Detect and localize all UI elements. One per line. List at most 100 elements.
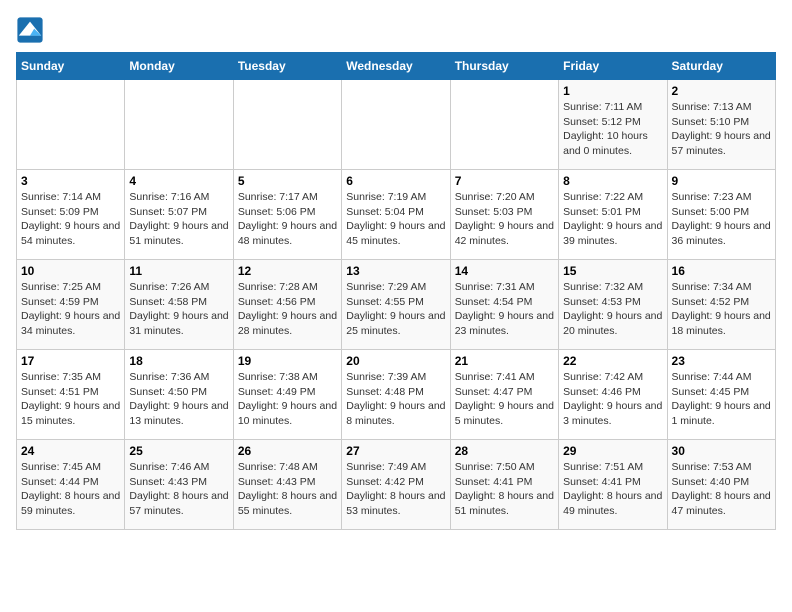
logo-icon: [16, 16, 44, 44]
day-number: 5: [238, 174, 337, 188]
day-number: 26: [238, 444, 337, 458]
calendar-cell-w1-d3: 6 Sunrise: 7:19 AMSunset: 5:04 PMDaylight…: [342, 170, 450, 260]
calendar-cell-w1-d1: 4 Sunrise: 7:16 AMSunset: 5:07 PMDaylight…: [125, 170, 233, 260]
weekday-header-saturday: Saturday: [667, 53, 775, 80]
calendar-cell-w0-d0: [17, 80, 125, 170]
day-number: 18: [129, 354, 228, 368]
day-info: Sunrise: 7:28 AMSunset: 4:56 PMDaylight:…: [238, 280, 337, 339]
calendar-cell-w2-d3: 13 Sunrise: 7:29 AMSunset: 4:55 PMDayligh…: [342, 260, 450, 350]
day-number: 12: [238, 264, 337, 278]
day-number: 29: [563, 444, 662, 458]
day-number: 14: [455, 264, 554, 278]
logo: [16, 16, 48, 44]
day-info: Sunrise: 7:16 AMSunset: 5:07 PMDaylight:…: [129, 190, 228, 249]
day-number: 17: [21, 354, 120, 368]
calendar-cell-w1-d4: 7 Sunrise: 7:20 AMSunset: 5:03 PMDaylight…: [450, 170, 558, 260]
day-number: 10: [21, 264, 120, 278]
calendar-cell-w2-d1: 11Sunrise: 7:26 AMSunset: 4:58 PMDayligh…: [125, 260, 233, 350]
day-number: 27: [346, 444, 445, 458]
day-info: Sunrise: 7:36 AMSunset: 4:50 PMDaylight:…: [129, 370, 228, 429]
calendar-cell-w1-d2: 5 Sunrise: 7:17 AMSunset: 5:06 PMDaylight…: [233, 170, 341, 260]
calendar-cell-w2-d5: 15 Sunrise: 7:32 AMSunset: 4:53 PMDayligh…: [559, 260, 667, 350]
calendar-cell-w1-d0: 3 Sunrise: 7:14 AMSunset: 5:09 PMDaylight…: [17, 170, 125, 260]
calendar-cell-w3-d1: 18 Sunrise: 7:36 AMSunset: 4:50 PMDayligh…: [125, 350, 233, 440]
day-number: 20: [346, 354, 445, 368]
calendar-cell-w4-d2: 26 Sunrise: 7:48 AMSunset: 4:43 PMDayligh…: [233, 440, 341, 530]
calendar-cell-w0-d5: 1Sunrise: 7:11 AMSunset: 5:12 PMDaylight…: [559, 80, 667, 170]
weekday-header-monday: Monday: [125, 53, 233, 80]
day-info: Sunrise: 7:53 AMSunset: 4:40 PMDaylight:…: [672, 460, 771, 519]
day-info: Sunrise: 7:48 AMSunset: 4:43 PMDaylight:…: [238, 460, 337, 519]
calendar-cell-w4-d4: 28 Sunrise: 7:50 AMSunset: 4:41 PMDayligh…: [450, 440, 558, 530]
calendar-cell-w4-d3: 27 Sunrise: 7:49 AMSunset: 4:42 PMDayligh…: [342, 440, 450, 530]
day-number: 9: [672, 174, 771, 188]
day-info: Sunrise: 7:14 AMSunset: 5:09 PMDaylight:…: [21, 190, 120, 249]
day-info: Sunrise: 7:20 AMSunset: 5:03 PMDaylight:…: [455, 190, 554, 249]
day-info: Sunrise: 7:44 AMSunset: 4:45 PMDaylight:…: [672, 370, 771, 429]
calendar-cell-w0-d2: [233, 80, 341, 170]
calendar: SundayMondayTuesdayWednesdayThursdayFrid…: [16, 52, 776, 530]
day-number: 4: [129, 174, 228, 188]
calendar-cell-w1-d6: 9 Sunrise: 7:23 AMSunset: 5:00 PMDaylight…: [667, 170, 775, 260]
calendar-cell-w0-d1: [125, 80, 233, 170]
calendar-cell-w0-d3: [342, 80, 450, 170]
calendar-cell-w1-d5: 8 Sunrise: 7:22 AMSunset: 5:01 PMDaylight…: [559, 170, 667, 260]
day-number: 1: [563, 84, 662, 98]
day-info: Sunrise: 7:29 AMSunset: 4:55 PMDaylight:…: [346, 280, 445, 339]
weekday-header-tuesday: Tuesday: [233, 53, 341, 80]
day-number: 6: [346, 174, 445, 188]
day-number: 24: [21, 444, 120, 458]
day-info: Sunrise: 7:32 AMSunset: 4:53 PMDaylight:…: [563, 280, 662, 339]
day-number: 30: [672, 444, 771, 458]
day-info: Sunrise: 7:31 AMSunset: 4:54 PMDaylight:…: [455, 280, 554, 339]
calendar-cell-w4-d1: 25 Sunrise: 7:46 AMSunset: 4:43 PMDayligh…: [125, 440, 233, 530]
day-number: 2: [672, 84, 771, 98]
calendar-cell-w4-d0: 24 Sunrise: 7:45 AMSunset: 4:44 PMDayligh…: [17, 440, 125, 530]
calendar-cell-w2-d6: 16 Sunrise: 7:34 AMSunset: 4:52 PMDayligh…: [667, 260, 775, 350]
day-number: 23: [672, 354, 771, 368]
calendar-cell-w0-d4: [450, 80, 558, 170]
day-number: 28: [455, 444, 554, 458]
calendar-cell-w2-d0: 10 Sunrise: 7:25 AMSunset: 4:59 PMDayligh…: [17, 260, 125, 350]
calendar-cell-w3-d0: 17 Sunrise: 7:35 AMSunset: 4:51 PMDayligh…: [17, 350, 125, 440]
day-number: 8: [563, 174, 662, 188]
weekday-header-thursday: Thursday: [450, 53, 558, 80]
calendar-cell-w3-d4: 21 Sunrise: 7:41 AMSunset: 4:47 PMDayligh…: [450, 350, 558, 440]
calendar-cell-w3-d6: 23 Sunrise: 7:44 AMSunset: 4:45 PMDayligh…: [667, 350, 775, 440]
day-info: Sunrise: 7:17 AMSunset: 5:06 PMDaylight:…: [238, 190, 337, 249]
day-number: 7: [455, 174, 554, 188]
calendar-cell-w0-d6: 2 Sunrise: 7:13 AMSunset: 5:10 PMDaylight…: [667, 80, 775, 170]
day-number: 22: [563, 354, 662, 368]
day-info: Sunrise: 7:19 AMSunset: 5:04 PMDaylight:…: [346, 190, 445, 249]
day-number: 3: [21, 174, 120, 188]
day-info: Sunrise: 7:34 AMSunset: 4:52 PMDaylight:…: [672, 280, 771, 339]
day-info: Sunrise: 7:42 AMSunset: 4:46 PMDaylight:…: [563, 370, 662, 429]
day-info: Sunrise: 7:25 AMSunset: 4:59 PMDaylight:…: [21, 280, 120, 339]
day-info: Sunrise: 7:26 AMSunset: 4:58 PMDaylight:…: [129, 280, 228, 339]
calendar-cell-w2-d2: 12 Sunrise: 7:28 AMSunset: 4:56 PMDayligh…: [233, 260, 341, 350]
day-info: Sunrise: 7:22 AMSunset: 5:01 PMDaylight:…: [563, 190, 662, 249]
day-number: 13: [346, 264, 445, 278]
day-number: 15: [563, 264, 662, 278]
weekday-header-friday: Friday: [559, 53, 667, 80]
calendar-cell-w4-d5: 29Sunrise: 7:51 AMSunset: 4:41 PMDayligh…: [559, 440, 667, 530]
day-info: Sunrise: 7:50 AMSunset: 4:41 PMDaylight:…: [455, 460, 554, 519]
calendar-cell-w3-d5: 22 Sunrise: 7:42 AMSunset: 4:46 PMDayligh…: [559, 350, 667, 440]
day-number: 16: [672, 264, 771, 278]
day-info: Sunrise: 7:23 AMSunset: 5:00 PMDaylight:…: [672, 190, 771, 249]
weekday-header-sunday: Sunday: [17, 53, 125, 80]
day-info: Sunrise: 7:13 AMSunset: 5:10 PMDaylight:…: [672, 100, 771, 159]
day-info: Sunrise: 7:35 AMSunset: 4:51 PMDaylight:…: [21, 370, 120, 429]
day-info: Sunrise: 7:46 AMSunset: 4:43 PMDaylight:…: [129, 460, 228, 519]
day-number: 19: [238, 354, 337, 368]
day-number: 25: [129, 444, 228, 458]
day-info: Sunrise: 7:41 AMSunset: 4:47 PMDaylight:…: [455, 370, 554, 429]
day-info: Sunrise: 7:39 AMSunset: 4:48 PMDaylight:…: [346, 370, 445, 429]
calendar-cell-w3-d2: 19 Sunrise: 7:38 AMSunset: 4:49 PMDayligh…: [233, 350, 341, 440]
calendar-cell-w2-d4: 14 Sunrise: 7:31 AMSunset: 4:54 PMDayligh…: [450, 260, 558, 350]
day-info: Sunrise: 7:38 AMSunset: 4:49 PMDaylight:…: [238, 370, 337, 429]
calendar-cell-w4-d6: 30 Sunrise: 7:53 AMSunset: 4:40 PMDayligh…: [667, 440, 775, 530]
day-info: Sunrise: 7:45 AMSunset: 4:44 PMDaylight:…: [21, 460, 120, 519]
day-info: Sunrise: 7:49 AMSunset: 4:42 PMDaylight:…: [346, 460, 445, 519]
day-number: 21: [455, 354, 554, 368]
